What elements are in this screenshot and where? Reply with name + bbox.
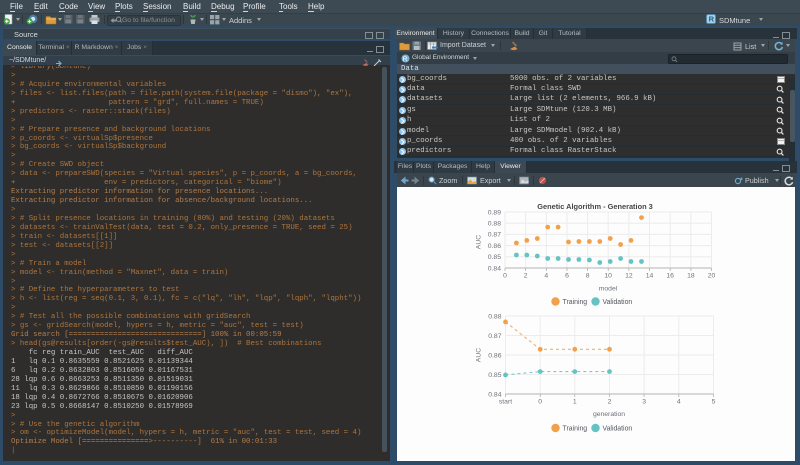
svg-text:Training: Training xyxy=(563,299,588,306)
svg-text:Validation: Validation xyxy=(603,426,633,433)
svg-text:3: 3 xyxy=(642,399,646,406)
svg-text:0.87: 0.87 xyxy=(488,232,501,239)
svg-text:generation: generation xyxy=(593,411,625,418)
svg-text:0.85: 0.85 xyxy=(488,254,501,261)
svg-text:R: R xyxy=(709,15,715,24)
svg-text:0.86: 0.86 xyxy=(488,243,501,250)
svg-text:0.89: 0.89 xyxy=(488,209,501,216)
svg-text:0: 0 xyxy=(503,273,507,280)
svg-text:20: 20 xyxy=(708,273,716,280)
svg-text:AUC: AUC xyxy=(476,348,483,362)
svg-text:10: 10 xyxy=(604,273,612,280)
svg-text:0.86: 0.86 xyxy=(488,352,501,359)
svg-text:0.84: 0.84 xyxy=(488,391,501,398)
svg-text:R: R xyxy=(403,56,408,63)
svg-text:0.88: 0.88 xyxy=(488,221,501,228)
svg-text:0.85: 0.85 xyxy=(488,372,501,379)
svg-text:0.87: 0.87 xyxy=(488,333,501,340)
svg-text:16: 16 xyxy=(666,273,674,280)
svg-text:5: 5 xyxy=(712,399,716,406)
svg-text:0: 0 xyxy=(538,399,542,406)
svg-text:2: 2 xyxy=(608,399,612,406)
svg-text:18: 18 xyxy=(687,273,695,280)
svg-text:0.88: 0.88 xyxy=(488,313,501,320)
svg-text:4: 4 xyxy=(677,399,681,406)
svg-text:Genetic Algorithm - Generation: Genetic Algorithm - Generation 3 xyxy=(537,202,653,211)
svg-text:4: 4 xyxy=(544,273,548,280)
svg-text:AUC: AUC xyxy=(476,235,483,249)
svg-text:model: model xyxy=(599,286,618,293)
svg-text:12: 12 xyxy=(625,273,633,280)
svg-text:2: 2 xyxy=(524,273,528,280)
svg-text:Training: Training xyxy=(563,426,588,433)
svg-text:0.84: 0.84 xyxy=(488,265,501,272)
svg-text:1: 1 xyxy=(573,399,577,406)
svg-text:14: 14 xyxy=(646,273,654,280)
svg-text:6: 6 xyxy=(565,273,569,280)
svg-text:Validation: Validation xyxy=(603,299,633,306)
svg-text:8: 8 xyxy=(586,273,590,280)
svg-text:start: start xyxy=(499,399,512,406)
